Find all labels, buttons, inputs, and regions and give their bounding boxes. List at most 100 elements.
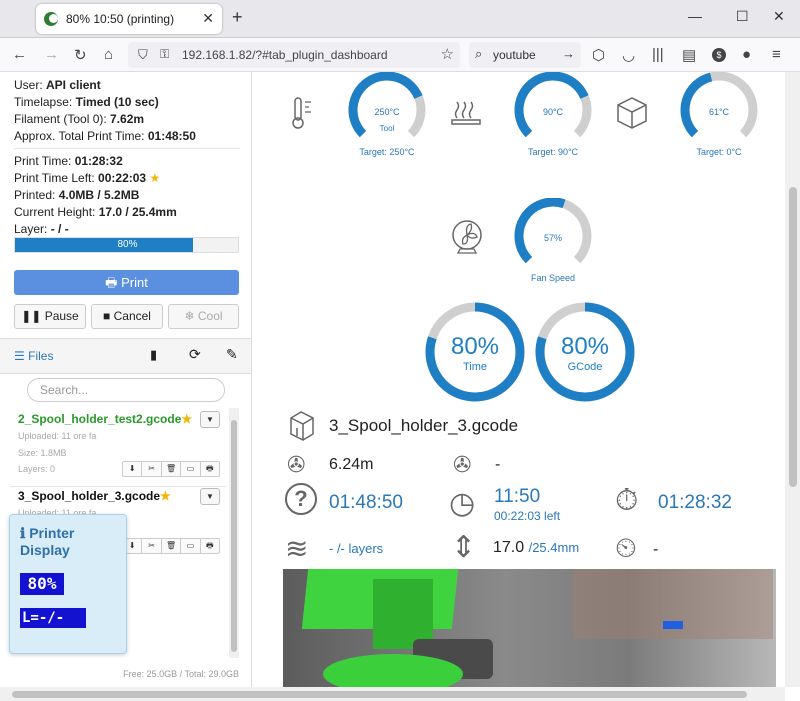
height-icon: ⇕ — [451, 531, 477, 564]
bed-temp-value: 90°C — [543, 107, 564, 117]
window-close-icon[interactable]: ✕ — [773, 8, 785, 25]
tool-temp-label: Tool — [380, 124, 395, 133]
pause-button[interactable]: ❚❚ Pause — [14, 304, 86, 329]
files-header: ☰ Files ▮ ⟳ ✎ — [0, 338, 251, 374]
state-filament: Filament (Tool 0): 7.62m — [14, 112, 145, 126]
trash-icon[interactable]: 🗑 — [162, 462, 182, 476]
library-icon[interactable]: ||| — [652, 46, 664, 63]
star-icon: ★ — [149, 171, 161, 185]
scrollbar-thumb[interactable] — [12, 691, 747, 698]
file-name[interactable]: 3_Spool_holder_3.gcode★ — [18, 489, 171, 503]
gcode-progress-label: GCode — [568, 361, 603, 373]
fan-value: 57% — [544, 233, 562, 243]
bookmark-star-icon[interactable]: ☆ — [441, 45, 454, 63]
home-icon[interactable]: ⌂ — [104, 46, 113, 63]
cool-button[interactable]: ❄ Cool — [168, 304, 239, 329]
url-text[interactable]: 192.168.1.82/?#tab_plugin_dashboard — [182, 48, 388, 62]
tool-temp-value: 250°C — [374, 107, 400, 117]
layers-icon: ≋ — [285, 533, 309, 564]
bed-target: Target: 90°C — [527, 147, 579, 157]
clock-history-icon: ◷ — [449, 487, 476, 520]
filament-spool-icon: ✇ — [453, 452, 472, 477]
chamber-gauge: 61°C — [680, 72, 758, 138]
filament-spool-icon: ✇ — [287, 452, 306, 477]
chamber-target: Target: 0°C — [696, 147, 742, 157]
storage-free: Free: 25.0GB / Total: 29.0GB — [123, 669, 239, 679]
page-scrollbar[interactable] — [785, 72, 800, 687]
cancel-button[interactable]: ■ Cancel — [91, 304, 163, 329]
eta-left: 00:22:03 left — [494, 509, 561, 523]
search-bar-text[interactable]: youtube — [493, 48, 536, 62]
print-button[interactable]: 🖶 Print — [14, 270, 239, 295]
file-size: Size: 1.8MB — [18, 448, 67, 458]
wrench-icon[interactable]: ✎ — [226, 346, 238, 363]
containers-icon[interactable]: ● — [742, 46, 751, 63]
file-uploaded: Uploaded: 11 ore fa — [18, 431, 97, 441]
state-height: Current Height: 17.0 / 25.4mm — [14, 205, 177, 219]
octoprint-icon — [44, 12, 58, 26]
pocket-icon[interactable]: ◡ — [622, 46, 635, 64]
timer-icon: ⏲ — [615, 532, 637, 563]
new-tab-icon[interactable]: + — [232, 7, 243, 28]
stop-icon: ■ — [103, 309, 111, 323]
printer-display-panel[interactable]: ℹ Printer Display 80% L=-/- — [9, 514, 127, 654]
folder-icon[interactable]: ▭ — [181, 539, 201, 553]
fan-gauge: 57% — [514, 198, 592, 264]
reload-icon[interactable]: ↻ — [74, 46, 87, 64]
info-icon: ℹ — [20, 525, 26, 541]
gcode-progress-value: 80% — [561, 333, 609, 360]
star-icon: ★ — [160, 489, 171, 503]
lock-icon[interactable]: ⚿ — [160, 47, 169, 62]
file-list-scrollbar[interactable] — [229, 408, 239, 658]
part-cube-icon — [290, 411, 314, 441]
file-dropdown-button[interactable]: ▼ — [200, 488, 220, 505]
file-search-input[interactable]: Search... — [27, 378, 225, 402]
sd-card-icon[interactable]: ▮ — [150, 347, 157, 363]
snowflake-icon: ❄ — [184, 309, 195, 323]
tab-title: 80% 10:50 (printing) — [66, 12, 175, 26]
account-icon[interactable]: $ — [712, 48, 726, 62]
horizontal-scrollbar[interactable] — [0, 687, 785, 701]
search-bar[interactable]: ⌕ youtube → — [469, 42, 581, 68]
list-icon: ☰ — [14, 349, 25, 363]
file-name[interactable]: 2_Spool_holder_test2.gcode★ — [18, 412, 192, 426]
shield-icon[interactable]: ⛉ — [138, 47, 148, 63]
minimize-icon[interactable]: — — [688, 8, 702, 24]
progress-text: 80% — [117, 239, 138, 250]
url-bar[interactable]: ⛉ ⚿ 192.168.1.82/?#tab_plugin_dashboard … — [128, 42, 460, 68]
scrollbar-thumb[interactable] — [789, 187, 797, 487]
cut-icon[interactable]: ✂ — [142, 462, 162, 476]
close-tab-icon[interactable]: ✕ — [202, 10, 214, 27]
back-icon[interactable]: ← — [12, 46, 27, 63]
print-file-icon[interactable]: 🖶 — [201, 462, 219, 476]
file-dropdown-button[interactable]: ▼ — [200, 411, 220, 428]
browser-tab[interactable]: 80% 10:50 (printing) ✕ — [36, 4, 222, 34]
menu-icon[interactable]: ≡ — [772, 46, 781, 63]
bed-gauge: 90°C — [514, 72, 592, 138]
download-icon[interactable]: ⬇ — [123, 462, 143, 476]
go-arrow-icon[interactable]: → — [562, 46, 575, 61]
time-progress-value: 80% — [451, 333, 499, 360]
extensions-icon[interactable]: ⬡ — [592, 46, 605, 64]
eta-time: 11:50 — [494, 486, 541, 507]
maximize-icon[interactable]: ☐ — [736, 8, 749, 25]
scrollbar-thumb[interactable] — [231, 420, 237, 652]
trash-icon[interactable]: 🗑 — [162, 539, 182, 553]
webcam-stream[interactable] — [283, 569, 776, 687]
state-timelapse: Timelapse: Timed (10 sec) — [14, 95, 159, 109]
nav-bar: ← → ↻ ⌂ ⛉ ⚿ 192.168.1.82/?#tab_plugin_da… — [0, 38, 800, 72]
file-toolbar: ⬇ ✂ 🗑 ▭ 🖶 — [122, 538, 220, 554]
print-file-icon[interactable]: 🖶 — [201, 539, 219, 553]
tab-bar: 80% 10:50 (printing) ✕ + — ☐ ✕ — [0, 0, 800, 38]
time-progress-label: Time — [463, 361, 487, 373]
cut-icon[interactable]: ✂ — [142, 539, 162, 553]
sidebar-icon[interactable]: ▤ — [682, 46, 696, 64]
files-title[interactable]: ☰ Files — [14, 349, 53, 363]
progress-bar: 80% — [14, 237, 239, 253]
forward-icon[interactable]: → — [44, 46, 59, 63]
question-icon: ? — [285, 483, 317, 515]
file-item[interactable]: 2_Spool_holder_test2.gcode★ ▼ Uploaded: … — [10, 411, 226, 482]
filament-other: - — [495, 456, 501, 473]
folder-icon[interactable]: ▭ — [181, 462, 201, 476]
refresh-icon[interactable]: ⟳ — [189, 346, 201, 363]
